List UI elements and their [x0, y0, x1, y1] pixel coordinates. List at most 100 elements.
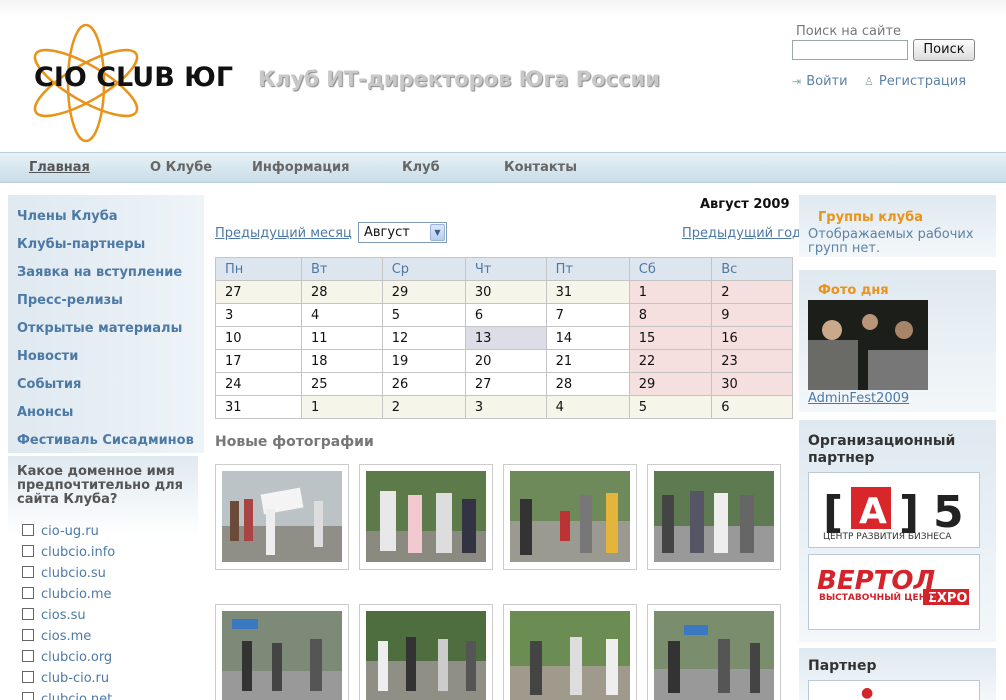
- photo-image: [510, 471, 630, 562]
- calendar-day[interactable]: 27: [464, 372, 547, 396]
- checkbox[interactable]: [22, 650, 34, 662]
- calendar-day[interactable]: 3: [215, 303, 302, 327]
- calendar-day[interactable]: 24: [215, 372, 302, 396]
- photo-of-day-caption[interactable]: AdminFest2009: [808, 391, 909, 406]
- calendar-day[interactable]: 15: [628, 326, 713, 350]
- calendar-day[interactable]: 4: [301, 303, 383, 327]
- checkbox[interactable]: [22, 545, 34, 557]
- poll-option[interactable]: clubcio.org: [22, 650, 112, 666]
- nav-info[interactable]: Информация: [252, 160, 350, 175]
- poll-option[interactable]: cios.su: [22, 608, 86, 624]
- calendar-day[interactable]: 31: [545, 280, 630, 304]
- checkbox[interactable]: [22, 692, 34, 700]
- photo-thumbnail[interactable]: [215, 464, 349, 570]
- menu-events[interactable]: События: [17, 377, 81, 392]
- calendar-day[interactable]: 8: [628, 303, 713, 327]
- calendar-day[interactable]: 25: [301, 372, 383, 396]
- calendar-day[interactable]: 29: [381, 280, 466, 304]
- calendar-day[interactable]: 30: [464, 280, 547, 304]
- calendar-day[interactable]: 5: [381, 303, 466, 327]
- menu-sysadmin-festival[interactable]: Фестиваль Сисадминов: [17, 433, 194, 448]
- checkbox[interactable]: [22, 587, 34, 599]
- calendar-day-today[interactable]: 13: [464, 326, 547, 350]
- calendar-day[interactable]: 10: [215, 326, 302, 350]
- calendar-day[interactable]: 27: [215, 280, 302, 304]
- photo-thumbnail[interactable]: [647, 604, 781, 700]
- calendar-day[interactable]: 21: [545, 349, 630, 373]
- calendar-day[interactable]: 6: [711, 395, 793, 419]
- calendar-day[interactable]: 5: [628, 395, 713, 419]
- poll-option[interactable]: club-cio.ru: [22, 671, 109, 687]
- photo-thumbnail[interactable]: [359, 464, 493, 570]
- partner-a5-logo[interactable]: [ A ] 5 ЦЕНТР РАЗВИТИЯ БИЗНЕСА: [808, 472, 980, 548]
- checkbox[interactable]: [22, 629, 34, 641]
- menu-announcements[interactable]: Анонсы: [17, 405, 73, 420]
- menu-open-materials[interactable]: Открытые материалы: [17, 321, 182, 336]
- prev-month-link[interactable]: Предыдущий месяц: [215, 226, 352, 241]
- partner-vertol-logo[interactable]: ВЕРТОЛ EXPO ВЫСТАВОЧНЫЙ ЦЕНТР: [808, 554, 980, 630]
- poll-option[interactable]: clubcio.su: [22, 566, 106, 582]
- calendar-day[interactable]: 1: [628, 280, 713, 304]
- photo-thumbnail[interactable]: [503, 604, 637, 700]
- calendar-day[interactable]: 29: [628, 372, 713, 396]
- register-link[interactable]: ♙ Регистрация: [864, 74, 966, 89]
- poll-option[interactable]: cio-ug.ru: [22, 524, 99, 540]
- poll-option[interactable]: cios.me: [22, 629, 91, 645]
- logo-text[interactable]: CIO CLUB ЮГ: [34, 62, 233, 93]
- menu-press-releases[interactable]: Пресс-релизы: [17, 293, 123, 308]
- calendar-day[interactable]: 1: [301, 395, 383, 419]
- search-button[interactable]: Поиск: [913, 39, 975, 61]
- calendar-day[interactable]: 6: [464, 303, 547, 327]
- photo-thumbnail[interactable]: [215, 604, 349, 700]
- checkbox[interactable]: [22, 608, 34, 620]
- photo-thumbnail[interactable]: [359, 604, 493, 700]
- calendar-day[interactable]: 19: [381, 349, 466, 373]
- calendar-day[interactable]: 7: [545, 303, 630, 327]
- prev-year-link[interactable]: Предыдущий год: [682, 226, 801, 241]
- calendar-day[interactable]: 11: [301, 326, 383, 350]
- calendar-day[interactable]: 2: [381, 395, 466, 419]
- calendar-day[interactable]: 12: [381, 326, 466, 350]
- photo-of-day-image[interactable]: [808, 300, 928, 390]
- chevron-down-icon[interactable]: ▼: [430, 224, 445, 241]
- calendar-day[interactable]: 18: [301, 349, 383, 373]
- menu-application[interactable]: Заявка на вступление: [17, 265, 182, 280]
- calendar-day[interactable]: 23: [711, 349, 793, 373]
- calendar-day[interactable]: 28: [301, 280, 383, 304]
- menu-news[interactable]: Новости: [17, 349, 78, 364]
- menu-members[interactable]: Члены Клуба: [17, 209, 118, 224]
- partner-logo[interactable]: ●: [808, 680, 980, 700]
- checkbox[interactable]: [22, 566, 34, 578]
- calendar-day[interactable]: 4: [545, 395, 630, 419]
- calendar-day[interactable]: 31: [215, 395, 302, 419]
- calendar-day[interactable]: 20: [464, 349, 547, 373]
- poll-option[interactable]: clubcio.net: [22, 692, 112, 700]
- poll-option[interactable]: clubcio.info: [22, 545, 115, 561]
- nav-home[interactable]: Главная: [29, 160, 90, 175]
- calendar-day[interactable]: 14: [545, 326, 630, 350]
- calendar-day[interactable]: 9: [711, 303, 793, 327]
- menu-partner-clubs[interactable]: Клубы-партнеры: [17, 237, 145, 252]
- photo-thumbnail[interactable]: [647, 464, 781, 570]
- calendar-day[interactable]: 2: [711, 280, 793, 304]
- calendar-day[interactable]: 28: [545, 372, 630, 396]
- checkbox[interactable]: [22, 671, 34, 683]
- calendar-day[interactable]: 17: [215, 349, 302, 373]
- calendar-day[interactable]: 26: [381, 372, 466, 396]
- checkbox[interactable]: [22, 524, 34, 536]
- calendar-day[interactable]: 22: [628, 349, 713, 373]
- nav-contacts[interactable]: Контакты: [504, 160, 577, 175]
- search-input[interactable]: [792, 40, 908, 60]
- photo-thumbnail[interactable]: [503, 464, 637, 570]
- weekday-header: Вт: [301, 257, 383, 281]
- calendar-day[interactable]: 16: [711, 326, 793, 350]
- poll-option-label: club-cio.ru: [41, 671, 110, 686]
- new-photos-title: Новые фотографии: [215, 434, 374, 450]
- calendar-day[interactable]: 30: [711, 372, 793, 396]
- calendar-day[interactable]: 3: [464, 395, 547, 419]
- month-select[interactable]: Август ▼: [358, 222, 447, 243]
- nav-about[interactable]: О Клубе: [150, 160, 212, 175]
- poll-option[interactable]: clubcio.me: [22, 587, 112, 603]
- login-link[interactable]: ⇥ Войти: [792, 74, 848, 89]
- nav-club[interactable]: Клуб: [402, 160, 440, 175]
